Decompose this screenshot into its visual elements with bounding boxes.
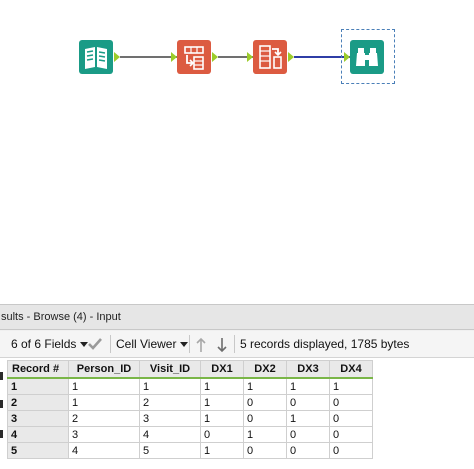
column-header-dx4[interactable]: DX4 [329,360,373,379]
scroll-up-button[interactable] [195,336,207,352]
table-row[interactable]: 2 1 2 1 0 0 0 [7,394,373,411]
output-anchor[interactable] [212,52,218,62]
cell-viewer-label: Cell Viewer [116,337,177,351]
table-cell[interactable]: 1 [200,377,244,395]
table-row[interactable]: 1 1 1 1 1 1 1 [7,377,373,395]
table-cell[interactable]: 1 [243,377,287,395]
column-header-record[interactable]: Record # [7,360,69,379]
results-toolbar: 6 of 6 Fields Cell Viewer 5 records disp… [0,331,474,358]
table-cell[interactable]: 4 [68,442,140,459]
cell-viewer-dropdown[interactable]: Cell Viewer [116,331,189,357]
results-window: sults - Browse (4) - Input 6 of 6 Fields… [0,304,474,469]
column-header-person-id[interactable]: Person_ID [68,360,140,379]
column-header-dx2[interactable]: DX2 [243,360,287,379]
record-number-cell[interactable]: 3 [7,410,69,427]
table-cell[interactable]: 1 [200,394,244,411]
chevron-down-icon [180,342,189,348]
output-anchor[interactable] [114,52,120,62]
transpose-tool[interactable] [177,40,211,74]
table-cell[interactable]: 1 [139,377,201,395]
arrow-down-icon [217,338,227,353]
table-cell[interactable]: 4 [139,426,201,443]
row-marker [0,400,3,408]
output-anchor[interactable] [288,52,294,62]
input-data-tool[interactable] [79,40,113,74]
record-number-cell[interactable]: 4 [7,426,69,443]
table-cell[interactable]: 3 [139,410,201,427]
fields-dropdown[interactable]: 6 of 6 Fields [11,331,89,357]
table-cell[interactable]: 1 [200,442,244,459]
summarize-tool[interactable] [253,40,287,74]
table-cell[interactable]: 1 [329,377,373,395]
table-row[interactable]: 3 2 3 1 0 1 0 [7,410,373,427]
table-cell[interactable]: 1 [243,426,287,443]
toolbar-divider [234,335,235,353]
apply-button[interactable] [87,336,103,352]
toolbar-divider [110,335,111,353]
table-cell[interactable]: 1 [68,394,140,411]
results-title: sults - Browse (4) - Input [0,305,474,330]
binoculars-icon [356,48,378,66]
table-cell[interactable]: 1 [68,377,140,395]
table-cell[interactable]: 1 [286,410,330,427]
arrow-up-icon [196,337,206,352]
record-number-cell[interactable]: 2 [7,394,69,411]
book-icon [85,47,107,69]
table-header-row: Record # Person_ID Visit_ID DX1 DX2 DX3 … [7,360,373,379]
table-cell[interactable]: 0 [243,442,287,459]
table-row[interactable]: 4 3 4 0 1 0 0 [7,426,373,443]
table-cell[interactable]: 0 [200,426,244,443]
connection-input-to-tool1[interactable] [120,56,177,58]
workflow-canvas[interactable] [0,0,474,304]
table-cell[interactable]: 3 [68,426,140,443]
row-marker [0,372,3,380]
table-cell[interactable]: 2 [139,394,201,411]
table-cell[interactable]: 0 [329,426,373,443]
table-cell[interactable]: 0 [329,410,373,427]
table-cell[interactable]: 0 [243,394,287,411]
table-cell[interactable]: 1 [286,377,330,395]
scroll-down-button[interactable] [216,336,228,353]
table-cell[interactable]: 0 [286,394,330,411]
row-marker [0,430,3,438]
summarize-icon [259,45,282,69]
column-header-visit-id[interactable]: Visit_ID [139,360,201,379]
browse-tool[interactable] [350,40,384,74]
table-cell[interactable]: 0 [329,442,373,459]
fields-dropdown-label: 6 of 6 Fields [11,337,77,351]
table-cell[interactable]: 1 [200,410,244,427]
results-table: Record # Person_ID Visit_ID DX1 DX2 DX3 … [7,360,373,459]
toolbar-divider [189,335,190,353]
table-row[interactable]: 5 4 5 1 0 0 0 [7,442,373,459]
records-status: 5 records displayed, 1785 bytes [240,337,410,351]
table-cell[interactable]: 5 [139,442,201,459]
results-grid[interactable]: Record # Person_ID Visit_ID DX1 DX2 DX3 … [0,358,474,469]
table-cell[interactable]: 2 [68,410,140,427]
checkmark-icon [88,338,102,350]
column-header-dx1[interactable]: DX1 [200,360,244,379]
transpose-icon [184,46,204,70]
table-cell[interactable]: 0 [243,410,287,427]
record-number-cell[interactable]: 1 [7,377,69,395]
table-cell[interactable]: 0 [286,426,330,443]
table-cell[interactable]: 0 [329,394,373,411]
column-header-dx3[interactable]: DX3 [286,360,330,379]
table-cell[interactable]: 0 [286,442,330,459]
record-number-cell[interactable]: 5 [7,442,69,459]
